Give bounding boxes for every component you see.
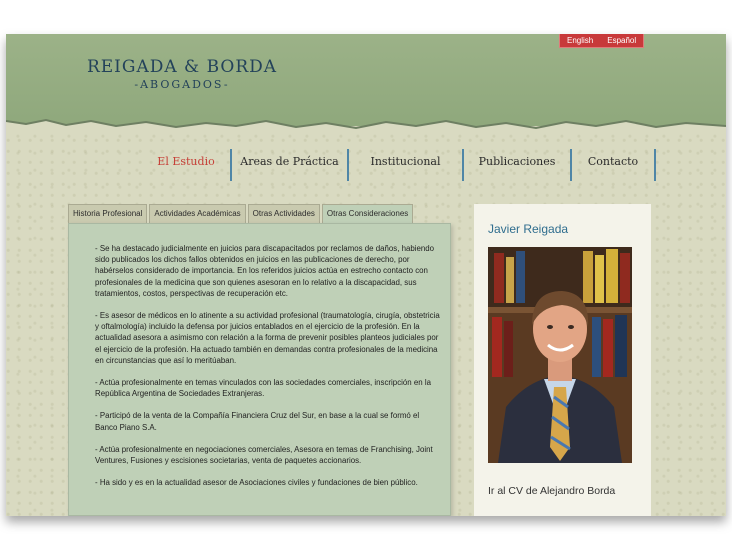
logo-subtitle: -ABOGADOS- (134, 78, 230, 91)
tab-actividades-academicas[interactable]: Actividades Académicas (149, 204, 246, 223)
main-nav: El Estudio Areas de Práctica Institucion… (142, 149, 656, 181)
tab-otras-actividades[interactable]: Otras Actividades (247, 204, 320, 223)
profile-name: Javier Reigada (488, 222, 569, 236)
language-espanol[interactable]: Español (600, 34, 643, 47)
profile-sidebar: Javier Reigada Ir al CV de Alejandro Bor… (474, 204, 651, 516)
portrait-illustration (488, 247, 632, 463)
nav-item-contacto[interactable]: Contacto (572, 149, 656, 181)
language-english[interactable]: English (560, 34, 600, 47)
content-panel: - Se ha destacado judicialmente en juici… (68, 223, 451, 516)
logo-title[interactable]: REIGADA & BORDA (72, 57, 292, 77)
content-paragraph: - Participó de la venta de la Compañía F… (95, 411, 420, 432)
nav-item-institucional[interactable]: Institucional (349, 149, 464, 181)
torn-paper-edge (6, 118, 726, 134)
tab-otras-consideraciones[interactable]: Otras Consideraciones (321, 204, 414, 223)
content-tabs: Historia Profesional Actividades Académi… (68, 204, 414, 223)
content-paragraph: - Ha sido y es en la actualidad asesor d… (95, 478, 418, 488)
content-paragraph: - Actúa profesionalmente en temas vincul… (95, 378, 431, 399)
content-paragraph: - Actúa profesionalmente en negociacione… (95, 444, 433, 466)
website-frame: REIGADA & BORDA -ABOGADOS- English Españ… (6, 34, 726, 516)
language-switcher: English Español (559, 34, 645, 48)
content-paragraph: - Se ha destacado judicialmente en juici… (95, 244, 435, 298)
nav-item-publicaciones[interactable]: Publicaciones (464, 149, 572, 181)
nav-item-areas-de-practica[interactable]: Areas de Práctica (232, 149, 349, 181)
cv-link-alejandro-borda[interactable]: Ir al CV de Alejandro Borda (488, 485, 615, 497)
tab-historia-profesional[interactable]: Historia Profesional (68, 204, 148, 223)
portrait-photo (488, 247, 632, 463)
nav-item-el-estudio[interactable]: El Estudio (142, 149, 232, 181)
content-paragraph: - Es asesor de médicos en lo atinente a … (95, 311, 440, 365)
